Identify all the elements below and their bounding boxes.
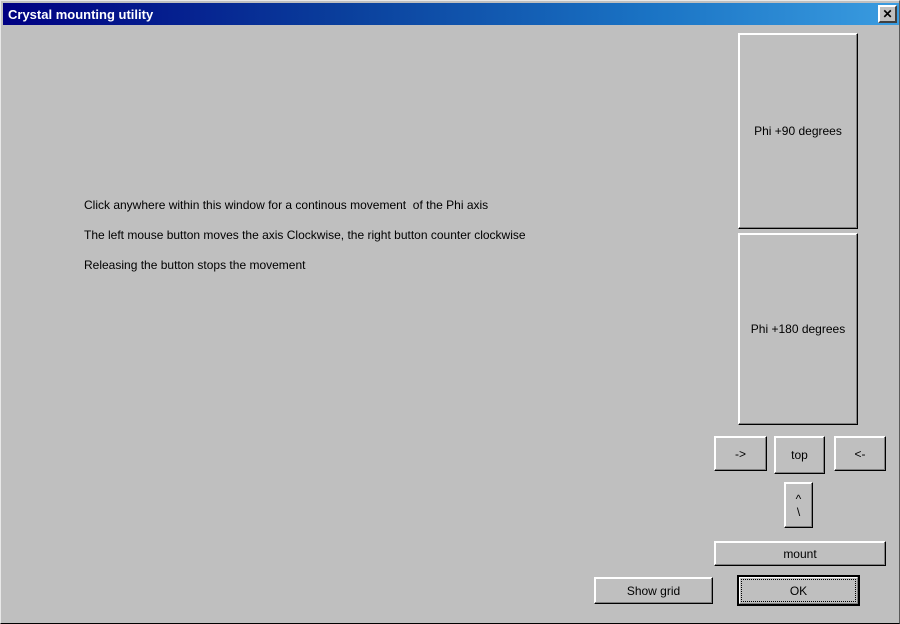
diagonal-axis-button[interactable]: ^ \ [784, 482, 813, 528]
application-window: Crystal mounting utility ✕ Click anywher… [0, 0, 900, 624]
rotate-right-button[interactable]: -> [714, 436, 767, 471]
instruction-line-3: Releasing the button stops the movement [84, 258, 306, 272]
instruction-line-2: The left mouse button moves the axis Clo… [84, 228, 526, 242]
instruction-line-1: Click anywhere within this window for a … [84, 198, 489, 212]
ok-button[interactable]: OK [739, 577, 858, 604]
phi-plus-90-button[interactable]: Phi +90 degrees [738, 33, 858, 229]
window-title: Crystal mounting utility [8, 6, 154, 22]
show-grid-button[interactable]: Show grid [594, 577, 713, 604]
client-area[interactable]: Click anywhere within this window for a … [2, 26, 899, 623]
ok-button-default-frame: OK [737, 575, 860, 606]
title-bar[interactable]: Crystal mounting utility ✕ [3, 3, 899, 25]
phi-plus-180-button[interactable]: Phi +180 degrees [738, 233, 858, 425]
backslash-icon: \ [796, 505, 801, 519]
mount-button[interactable]: mount [714, 541, 886, 566]
close-icon[interactable]: ✕ [878, 5, 897, 23]
rotate-left-button[interactable]: <- [834, 436, 886, 471]
goto-top-button[interactable]: top [774, 436, 825, 474]
